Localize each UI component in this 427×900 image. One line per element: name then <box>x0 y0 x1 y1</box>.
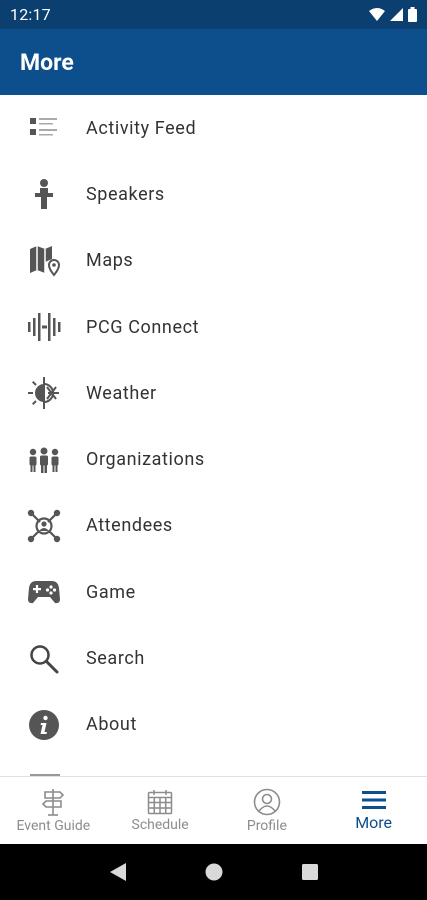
wifi-icon <box>369 8 385 21</box>
back-icon[interactable] <box>109 862 127 882</box>
menu-item-label: Activity Feed <box>86 117 197 139</box>
bottom-navigation: Event Guide Schedule Profile More <box>0 776 427 844</box>
menu-item-about[interactable]: About <box>0 692 427 758</box>
signpost-icon <box>42 788 65 816</box>
status-bar: 12:17 <box>0 0 427 29</box>
home-icon[interactable] <box>205 863 223 881</box>
battery-icon <box>408 7 417 22</box>
menu-item-label: Game <box>86 581 136 603</box>
menu-item-pcg-connect[interactable]: PCG Connect <box>0 294 427 360</box>
nav-tab-label: Event Guide <box>16 817 91 834</box>
weather-sun-snow-icon <box>26 375 62 411</box>
nav-tab-more[interactable]: More <box>320 777 427 844</box>
status-icons <box>369 7 417 22</box>
status-time: 12:17 <box>10 5 51 24</box>
activity-feed-icon <box>26 110 62 146</box>
menu-item-label: About <box>86 714 137 736</box>
speaker-podium-icon <box>26 176 62 212</box>
menu-item-attendees[interactable]: Attendees <box>0 493 427 559</box>
menu-item-label: Search <box>86 648 145 670</box>
gamepad-icon <box>26 574 62 610</box>
menu-item-weather[interactable]: Weather <box>0 360 427 426</box>
nav-tab-label: Schedule <box>131 816 189 833</box>
menu-item-game[interactable]: Game <box>0 559 427 625</box>
menu-item-label: Weather <box>86 382 157 404</box>
page-title: More <box>20 48 74 76</box>
nav-tab-profile[interactable]: Profile <box>214 777 321 844</box>
pcg-connect-icon <box>26 309 62 345</box>
menu-item-organizations[interactable]: Organizations <box>0 426 427 492</box>
attendees-network-icon <box>26 508 62 544</box>
hamburger-menu-icon <box>361 791 386 809</box>
menu-item-label: Attendees <box>86 515 173 537</box>
organizations-people-icon <box>26 442 62 478</box>
menu-item-activity-feed[interactable]: Activity Feed <box>0 95 427 161</box>
menu-item-maps[interactable]: Maps <box>0 228 427 294</box>
menu-item-search[interactable]: Search <box>0 625 427 691</box>
menu-item-label: Speakers <box>86 183 165 205</box>
more-menu-list: Activity Feed Speakers Maps PCG Connect … <box>0 95 427 776</box>
nav-tab-label: More <box>355 813 393 832</box>
menu-item-label: Maps <box>86 250 134 272</box>
profile-icon <box>253 788 281 815</box>
calendar-icon <box>147 789 173 814</box>
nav-tab-event-guide[interactable]: Event Guide <box>0 777 107 844</box>
app-bar: More <box>0 29 427 95</box>
signal-icon <box>390 8 403 21</box>
nav-tab-label: Profile <box>246 817 287 834</box>
info-icon <box>26 707 62 743</box>
menu-item-label: Organizations <box>86 449 205 471</box>
menu-item-speakers[interactable]: Speakers <box>0 161 427 227</box>
system-navigation-bar <box>0 844 427 900</box>
nav-tab-schedule[interactable]: Schedule <box>107 777 214 844</box>
search-icon <box>26 641 62 677</box>
recents-icon[interactable] <box>301 864 318 880</box>
map-pin-icon <box>26 243 62 279</box>
menu-item-label: PCG Connect <box>86 316 200 338</box>
